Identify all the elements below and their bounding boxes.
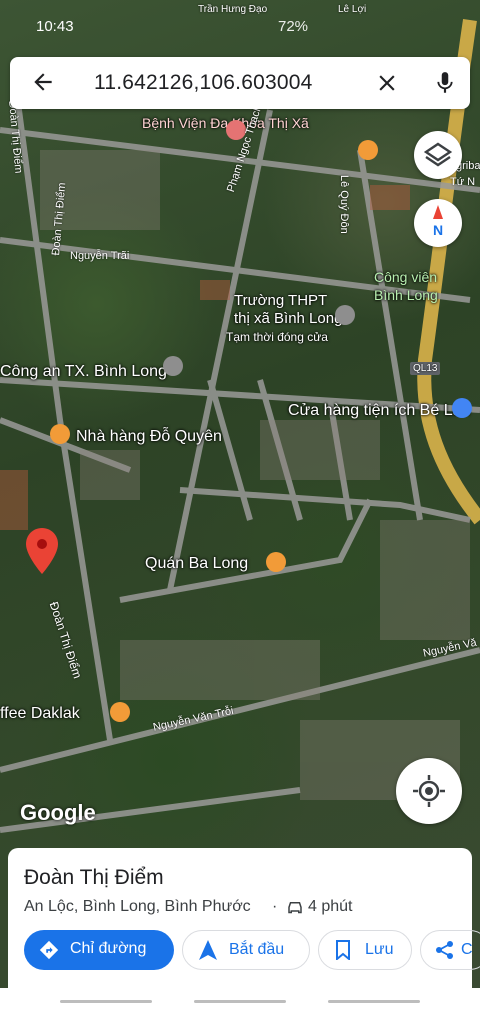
- back-arrow-icon[interactable]: [30, 69, 56, 95]
- search-bar[interactable]: 11.642126,106.603004: [10, 57, 470, 109]
- place-label-quan-ba-long[interactable]: Quán Ba Long: [145, 555, 248, 573]
- share-icon: [436, 941, 453, 959]
- directions-icon: [39, 940, 59, 960]
- place-label-school[interactable]: Trường THPT thị xã Bình Long: [234, 292, 344, 328]
- school-icon[interactable]: [335, 305, 355, 325]
- directions-label: Chỉ đường: [70, 940, 147, 957]
- place-label-coffee[interactable]: ffee Daklak: [0, 705, 80, 723]
- place-label-restaurant[interactable]: Nhà hàng Đỗ Quyên: [76, 428, 222, 446]
- my-location-icon: [413, 775, 445, 807]
- place-label-park[interactable]: Công viên Bình Long: [374, 268, 454, 304]
- save-button[interactable]: Lưu: [318, 930, 412, 970]
- system-nav-bar: [0, 988, 480, 1013]
- address-separator: ·: [272, 898, 278, 915]
- place-label-store[interactable]: Cửa hàng tiện ích Bé Lan: [288, 402, 470, 420]
- directions-button[interactable]: Chỉ đường: [24, 930, 174, 970]
- layers-icon: [423, 142, 453, 167]
- nav-bar-segment: [60, 1000, 152, 1003]
- nav-bar-segment: [328, 1000, 420, 1003]
- road-label-le-quy-don: Lê Quý Đôn: [338, 175, 350, 234]
- place-card[interactable]: Đoàn Thị Điểm An Lộc, Bình Long, Bình Ph…: [8, 848, 480, 988]
- save-label: Lưu: [365, 941, 394, 958]
- food-icon[interactable]: [358, 140, 378, 160]
- my-location-button[interactable]: [396, 758, 462, 824]
- navigation-arrow-icon: [199, 940, 217, 960]
- cafe-icon[interactable]: [110, 702, 130, 722]
- status-time: 10:43: [36, 18, 74, 35]
- police-icon[interactable]: [163, 356, 183, 376]
- compass-icon: N: [433, 205, 443, 238]
- start-button[interactable]: Bắt đầu: [182, 930, 310, 970]
- status-bar: 10:43 72%: [0, 0, 480, 50]
- svg-text:N: N: [433, 222, 443, 238]
- restaurant-icon[interactable]: [266, 552, 286, 572]
- place-label-police[interactable]: Công an TX. Bình Long: [0, 363, 167, 381]
- shop-icon[interactable]: [452, 398, 472, 418]
- start-label: Bắt đầu: [229, 941, 285, 958]
- road-label-nguyen-trai: Nguyễn Trãi: [70, 250, 130, 262]
- layers-button[interactable]: [414, 131, 462, 179]
- location-pin-icon[interactable]: [26, 528, 58, 574]
- place-title: Đoàn Thị Điểm: [24, 866, 164, 889]
- compass-button[interactable]: N: [414, 199, 462, 247]
- bookmark-icon: [336, 940, 350, 960]
- share-button[interactable]: C: [420, 930, 480, 970]
- share-label: C: [461, 941, 473, 958]
- car-icon: [288, 902, 302, 914]
- google-attribution: Google: [20, 800, 96, 825]
- place-address: An Lộc, Bình Long, Bình Phước: [24, 898, 251, 915]
- microphone-icon[interactable]: [432, 69, 458, 97]
- travel-time: 4 phút: [308, 898, 353, 915]
- road-label-ql13: QL13: [410, 362, 441, 375]
- place-note-school: Tạm thời đóng cửa: [226, 330, 328, 344]
- search-input[interactable]: 11.642126,106.603004: [94, 71, 313, 95]
- close-icon[interactable]: [374, 70, 400, 96]
- status-battery: 72%: [278, 18, 309, 35]
- restaurant-icon[interactable]: [50, 424, 70, 444]
- nav-bar-segment: [194, 1000, 286, 1003]
